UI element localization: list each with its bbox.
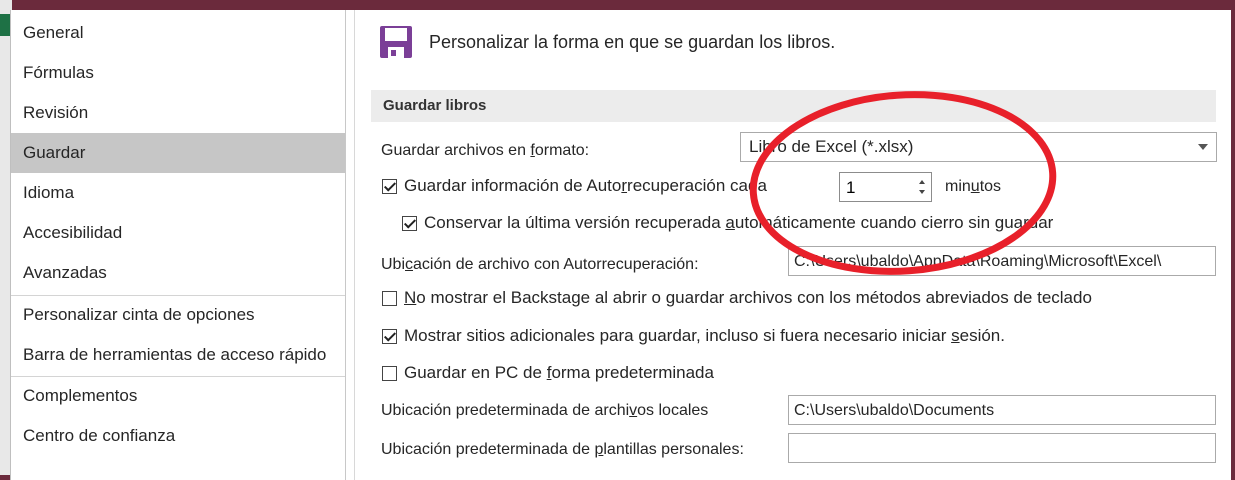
autorecover-label: Guardar información de Autorrecuperación… [404,176,767,195]
sidebar-item-centro-confianza[interactable]: Centro de confianza [11,416,345,456]
local-files-location-input[interactable] [792,399,1212,423]
personal-templates-location-field[interactable] [788,433,1216,463]
sidebar-item-formulas[interactable]: Fórmulas [11,53,345,93]
autorecover-location-label: Ubicación de archivo con Autorrecuperaci… [381,256,699,273]
autorecover-minutes-input[interactable] [844,176,908,200]
sidebar-item-guardar[interactable]: Guardar [11,133,345,173]
options-content: Personalizar la forma en que se guardan … [354,10,1232,480]
chevron-down-icon [1198,144,1208,150]
save-to-pc-default-label: Guardar en PC de forma predeterminada [404,363,714,382]
sidebar-item-complementos[interactable]: Complementos [11,376,345,416]
section-header-guardar-libros: Guardar libros [371,90,1216,122]
autorecover-location-field[interactable] [788,246,1216,276]
keep-last-version-checkbox[interactable] [402,216,417,231]
no-backstage-label: No mostrar el Backstage al abrir o guard… [404,288,1092,307]
autorecover-checkbox[interactable] [382,179,397,194]
sidebar-item-avanzadas[interactable]: Avanzadas [11,253,345,293]
options-sidebar: General Fórmulas Revisión Guardar Idioma… [11,10,346,480]
sidebar-item-accesibilidad[interactable]: Accesibilidad [11,213,345,253]
save-format-value: Libro de Excel (*.xlsx) [749,137,914,156]
spinner-down-icon[interactable] [919,190,925,194]
no-backstage-checkbox[interactable] [382,291,397,306]
personal-templates-location-input[interactable] [792,437,1212,461]
minutes-unit-label: minutos [945,178,1002,195]
save-to-pc-default-checkbox[interactable] [382,366,397,381]
save-format-label: Guardar archivos en formato: [381,142,590,159]
show-additional-places-checkbox[interactable] [382,329,397,344]
local-files-location-field[interactable] [788,395,1216,425]
spinner-up-icon[interactable] [919,180,925,184]
sidebar-item-general[interactable]: General [11,13,345,53]
save-format-select[interactable]: Libro de Excel (*.xlsx) [740,132,1217,162]
excel-green-edge [0,14,10,36]
sidebar-item-revision[interactable]: Revisión [11,93,345,133]
autorecover-minutes-stepper[interactable] [839,172,932,202]
page-title: Personalizar la forma en que se guardan … [429,32,836,52]
sidebar-item-idioma[interactable]: Idioma [11,173,345,213]
excel-options-dialog: General Fórmulas Revisión Guardar Idioma… [10,10,1231,480]
autorecover-location-input[interactable] [792,250,1212,274]
keep-last-version-label: Conservar la última versión recuperada a… [424,213,1054,232]
sidebar-item-personalizar-cinta[interactable]: Personalizar cinta de opciones [11,295,345,335]
personal-templates-location-label: Ubicación predeterminada de plantillas p… [381,441,744,458]
local-files-location-label: Ubicación predeterminada de archivos loc… [381,402,709,419]
sidebar-item-barra-acceso-rapido[interactable]: Barra de herramientas de acceso rápido [11,335,345,375]
show-additional-places-label: Mostrar sitios adicionales para guardar,… [404,326,1005,345]
save-icon [380,26,412,58]
